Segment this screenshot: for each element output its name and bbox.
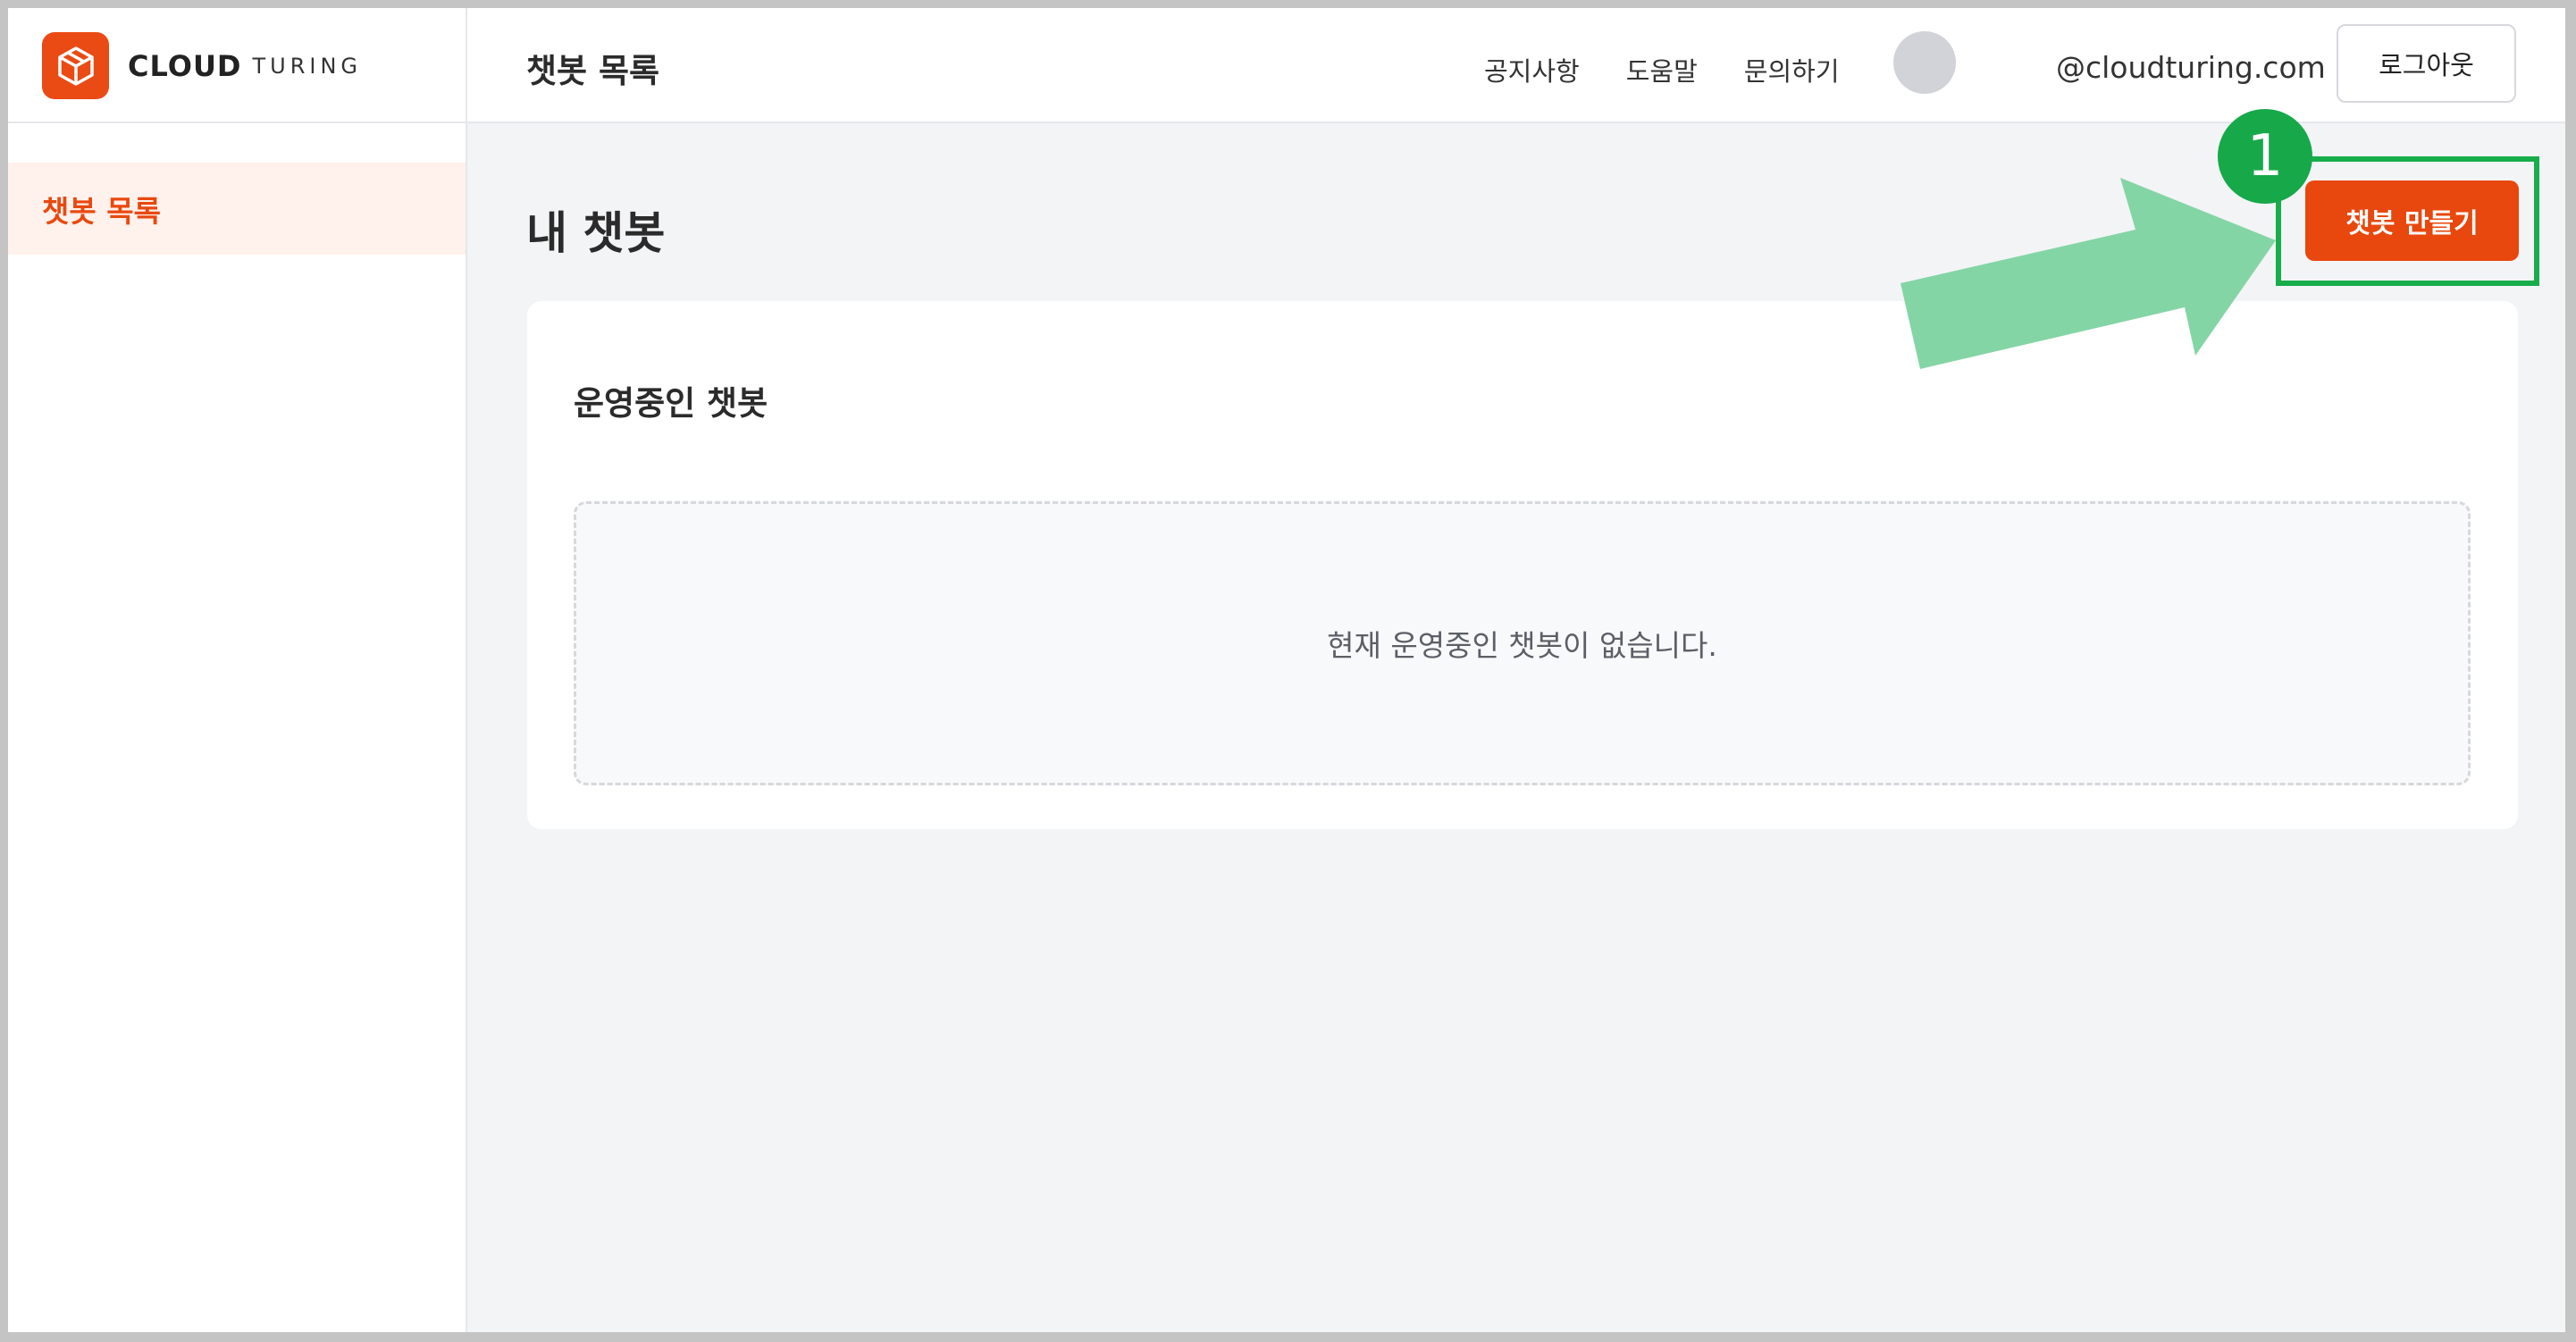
logo-wordmark: CLOUD TURING [128, 44, 362, 88]
cube-icon [42, 32, 109, 99]
sidebar-item-chatbot-list[interactable]: 챗봇 목록 [8, 163, 466, 255]
main-heading: 내 챗봇 [526, 207, 666, 259]
section-title: 운영중인 챗봇 [574, 384, 768, 423]
avatar[interactable] [1893, 31, 1956, 94]
user-email: @cloudturing.com [2056, 50, 2326, 85]
page-title: 챗봇 목록 [526, 52, 660, 90]
logo-area[interactable]: CLOUD TURING [8, 8, 467, 122]
empty-state-box: 현재 운영중인 챗봇이 없습니다. [574, 501, 2471, 785]
nav-contact-link[interactable]: 문의하기 [1744, 51, 1840, 88]
logo-bold-text: CLOUD [128, 49, 242, 83]
sidebar: 챗봇 목록 [8, 123, 467, 1332]
empty-message: 현재 운영중인 챗봇이 없습니다. [1327, 628, 1717, 663]
app-window: CLOUD TURING 챗봇 목록 공지사항 도움말 문의하기 @cloudt… [8, 8, 2565, 1332]
logout-button[interactable]: 로그아웃 [2337, 24, 2516, 103]
top-header: CLOUD TURING 챗봇 목록 공지사항 도움말 문의하기 @cloudt… [8, 8, 2565, 123]
top-nav: 공지사항 도움말 문의하기 [1484, 51, 1886, 88]
annotation-step-badge: 1 [2218, 109, 2312, 204]
nav-help-link[interactable]: 도움말 [1626, 51, 1698, 88]
annotation-highlight-box [2276, 156, 2539, 286]
sidebar-item-label: 챗봇 목록 [42, 193, 161, 229]
logo-light-text: TURING [252, 54, 363, 79]
annotation-arrow-icon [1901, 178, 2276, 369]
nav-notice-link[interactable]: 공지사항 [1484, 51, 1580, 88]
